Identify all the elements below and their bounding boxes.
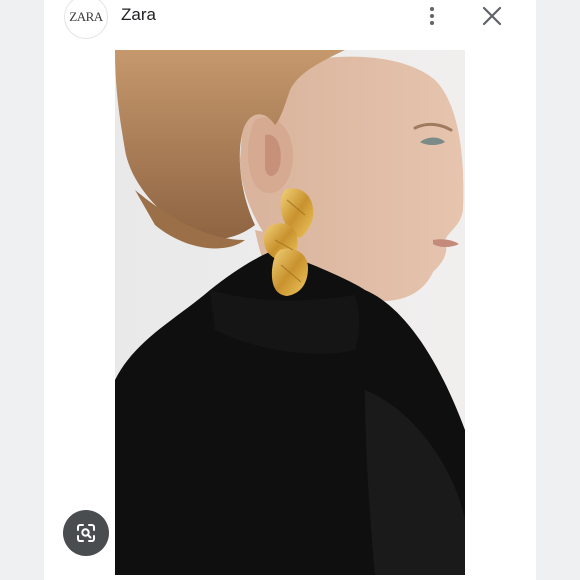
site-name[interactable]: Zara [121,5,156,25]
site-logo[interactable]: ZARA [64,0,108,39]
product-photo[interactable] [115,50,465,575]
more-options-button[interactable] [422,2,442,30]
lens-icon [77,524,95,542]
more-vert-icon [430,7,434,11]
screen: ZARA Zara [0,0,580,580]
close-button[interactable] [480,4,504,28]
photo-illustration [115,50,465,575]
site-logo-text: ZARA [69,9,103,24]
visual-search-button[interactable] [63,510,109,556]
close-icon [482,6,502,26]
viewer-header: ZARA Zara [44,0,536,44]
